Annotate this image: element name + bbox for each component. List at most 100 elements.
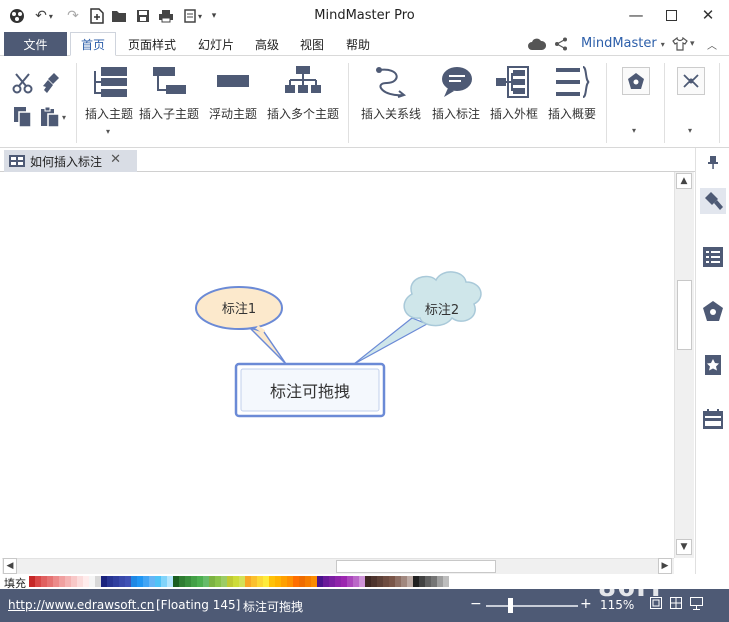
insert-multiple-topics-icon	[285, 66, 321, 93]
horizontal-scrollbar[interactable]: ◀ ▶	[2, 558, 674, 574]
insert-summary-label: 插入概要	[547, 107, 596, 121]
maximize-icon[interactable]	[657, 4, 685, 26]
color-swatch[interactable]	[443, 576, 449, 587]
share-icon[interactable]	[554, 34, 568, 54]
tab-help[interactable]: 帮助	[339, 32, 377, 56]
skin-dropdown-icon[interactable]: ▾	[690, 34, 695, 54]
ribbon: ▾ 插入主题 ▾ 插入子主题 浮动主题 插入多个主题 插入关系线 插入标注 插入…	[0, 57, 729, 148]
insert-subtopic-button[interactable]: 插入子主题	[138, 65, 200, 139]
right-sidebar	[695, 148, 729, 574]
mindmap-drawing	[195, 271, 482, 418]
insert-callout-label: 插入标注	[431, 107, 480, 121]
insert-boundary-label: 插入外框	[489, 107, 538, 121]
zoom-slider-thumb[interactable]	[508, 598, 513, 613]
ribbon-separator	[719, 63, 720, 143]
color-swatches[interactable]	[29, 576, 449, 587]
menu-file[interactable]: 文件	[4, 32, 67, 56]
format-painter-icon[interactable]	[38, 71, 62, 95]
insert-topic-dropdown-icon[interactable]: ▾	[106, 127, 110, 136]
mindmap-canvas[interactable]: 标注1 标注2 标注可拖拽	[2, 172, 674, 558]
insert-boundary-button[interactable]: 插入外框	[488, 65, 540, 139]
cut-icon[interactable]	[11, 71, 35, 95]
scroll-up-icon[interactable]: ▲	[676, 173, 692, 189]
floating-topic-icon	[217, 75, 249, 87]
status-bar: http://www.edrawsoft.cn [Floating 145] 标…	[0, 573, 729, 622]
tab-advanced[interactable]: 高级	[248, 32, 286, 56]
mindmap-file-icon	[9, 155, 25, 167]
document-tab-title: 如何插入标注	[30, 154, 103, 169]
insert-subtopic-label: 插入子主题	[138, 107, 199, 121]
tab-page-style[interactable]: 页面样式	[121, 32, 183, 56]
vertical-scroll-thumb[interactable]	[677, 280, 692, 350]
summary-icon	[556, 66, 590, 98]
cloud-icon[interactable]	[528, 34, 546, 54]
main-topic-text[interactable]: 标注可拖拽	[236, 378, 384, 402]
clipart-panel-icon[interactable]	[700, 298, 726, 324]
insert-topic-icon	[94, 67, 127, 97]
callout-icon	[442, 67, 472, 97]
website-link[interactable]: http://www.edrawsoft.cn	[8, 598, 154, 612]
account-name: MindMaster	[581, 36, 657, 51]
mark-panel-icon[interactable]	[700, 352, 726, 378]
chevron-down-icon: ▾	[660, 40, 665, 49]
horizontal-scroll-thumb[interactable]	[336, 560, 496, 573]
format-panel-icon[interactable]	[700, 188, 726, 214]
outline-panel-icon[interactable]	[700, 244, 726, 270]
tab-slideshow[interactable]: 幻灯片	[190, 32, 242, 56]
app-title: MindMaster Pro	[314, 8, 415, 23]
floating-topic-label: 浮动主题	[208, 107, 257, 121]
tab-home[interactable]: 首页	[70, 32, 116, 56]
close-tab-icon[interactable]: ✕	[110, 152, 121, 167]
callout2-text[interactable]: 标注2	[404, 299, 480, 318]
zoom-slider[interactable]	[486, 605, 578, 607]
vertical-scrollbar[interactable]: ▲ ▼	[674, 172, 694, 558]
task-panel-icon[interactable]	[700, 406, 726, 432]
ribbon-separator	[76, 63, 77, 143]
scroll-down-icon[interactable]: ▼	[676, 539, 692, 555]
pin-icon[interactable]	[700, 152, 726, 172]
selection-status: 标注可拖拽	[243, 600, 304, 614]
insert-summary-button[interactable]: 插入概要	[546, 65, 598, 139]
zoom-out-button[interactable]: −	[470, 596, 482, 612]
scroll-left-icon[interactable]: ◀	[3, 558, 17, 574]
account-menu[interactable]: MindMaster ▾	[581, 36, 665, 51]
floating-topic-button[interactable]: 浮动主题	[207, 65, 259, 139]
callout1-pointer	[247, 326, 287, 365]
layout-dropdown-icon[interactable]: ▾	[688, 126, 692, 135]
insert-relationship-label: 插入关系线	[360, 107, 421, 121]
paste-dropdown-icon[interactable]: ▾	[62, 113, 66, 122]
close-icon[interactable]: ✕	[694, 4, 722, 26]
ribbon-separator	[348, 63, 349, 143]
insert-callout-button[interactable]: 插入标注	[430, 65, 482, 139]
insert-multiple-topics-button[interactable]: 插入多个主题	[266, 65, 340, 139]
relationship-line-icon	[376, 67, 407, 98]
title-bar: ↶ ▾ ↷ ▾ ▾ MindMaster Pro — ✕	[0, 0, 729, 31]
clipart-dropdown-icon[interactable]: ▾	[632, 126, 636, 135]
copy-icon[interactable]	[11, 105, 35, 129]
zoom-in-button[interactable]: +	[580, 596, 592, 612]
minimize-icon[interactable]: —	[622, 4, 650, 26]
watermark-text: 86IT	[598, 573, 666, 603]
collapse-ribbon-icon[interactable]: ︿	[707, 34, 717, 54]
insert-multiple-topics-label: 插入多个主题	[266, 107, 339, 121]
full-screen-icon[interactable]	[670, 597, 682, 613]
tab-view[interactable]: 视图	[293, 32, 331, 56]
document-tab[interactable]: 如何插入标注 ✕	[4, 150, 137, 172]
insert-topic-label: 插入主题	[84, 107, 133, 121]
boundary-icon	[496, 66, 529, 98]
callout1-text[interactable]: 标注1	[196, 298, 282, 317]
insert-subtopic-icon	[153, 67, 186, 94]
clipart-icon[interactable]	[622, 67, 650, 95]
layout-icon[interactable]	[677, 67, 705, 95]
callout2-pointer	[353, 317, 429, 365]
scroll-right-icon[interactable]: ▶	[658, 558, 672, 574]
document-tab-bar: 如何插入标注 ✕	[0, 148, 695, 172]
paste-icon[interactable]	[38, 105, 62, 129]
presentation-icon[interactable]	[690, 597, 703, 614]
floating-status: [Floating 145]	[156, 598, 241, 612]
ribbon-separator	[606, 63, 607, 143]
insert-relationship-button[interactable]: 插入关系线	[358, 65, 424, 139]
skin-icon[interactable]	[672, 34, 688, 54]
ribbon-separator	[664, 63, 665, 143]
menu-bar: 文件 首页 页面样式 幻灯片 高级 视图 帮助 MindMaster ▾ ▾ ︿	[0, 31, 729, 56]
